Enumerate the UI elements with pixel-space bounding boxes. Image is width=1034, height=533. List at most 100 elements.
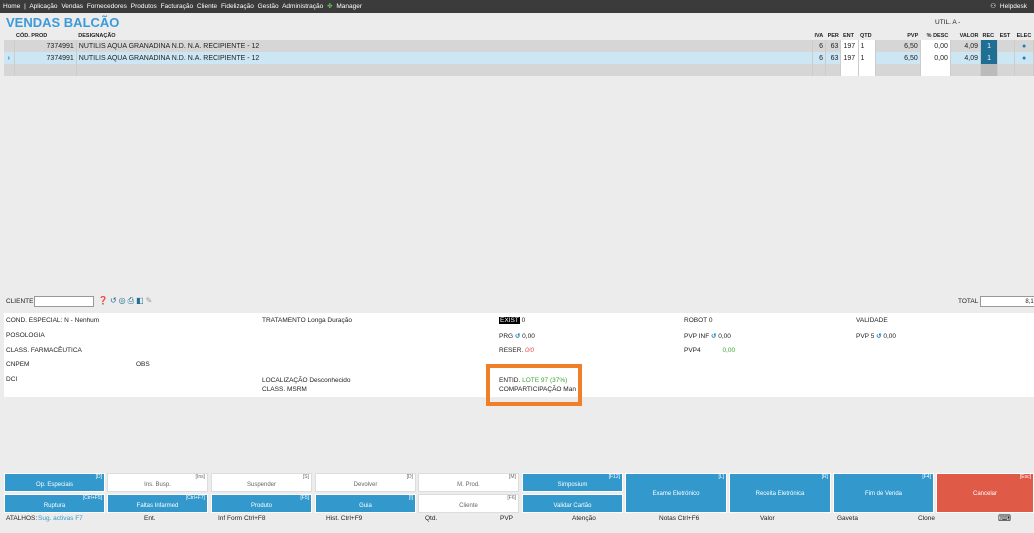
receita-eletronica-button[interactable]: [R] Receita Eletrónica xyxy=(729,473,831,513)
faltas-infarmed-button[interactable]: [Ctrl+F7] Faltas Infarmed xyxy=(107,494,208,513)
menu-vendas[interactable]: Vendas xyxy=(61,3,83,10)
simposium-button[interactable]: [F12] Simposium xyxy=(522,473,623,492)
header-desc[interactable]: % DESC xyxy=(920,32,950,40)
elec-dot-icon[interactable]: ● xyxy=(1014,52,1034,64)
header-valor[interactable]: VALOR xyxy=(950,32,980,40)
helpdesk-link[interactable]: ⚇ Helpdesk xyxy=(990,0,1029,13)
cell-iva: 6 xyxy=(812,52,827,64)
prg-history-icon[interactable]: ↺ xyxy=(515,333,520,340)
menu-fornecedores[interactable]: Fornecedores xyxy=(87,3,127,10)
cell-desc[interactable]: 0,00 xyxy=(920,52,951,64)
elec-dot-icon[interactable]: ● xyxy=(1014,40,1034,52)
menu-home[interactable]: Home xyxy=(3,3,20,10)
history-icon[interactable]: ↺ xyxy=(110,296,119,305)
cell-rec[interactable]: 1 xyxy=(980,40,999,52)
pvpinf-history-icon[interactable]: ↺ xyxy=(711,333,716,340)
fim-de-venda-button[interactable]: [F4] Fim de Venda xyxy=(833,473,934,513)
produto-button[interactable]: [F5] Produto xyxy=(211,494,312,513)
shortcut-clone[interactable]: Clone xyxy=(918,515,935,522)
menu-administracao[interactable]: Administração xyxy=(282,3,323,10)
client-row: CLIENTE ❓↺◎⎙◧✎ TOTAL 8,18 xyxy=(6,296,1034,308)
shortcut-pvp[interactable]: PVP xyxy=(500,515,513,522)
manager-icon: ✤ xyxy=(327,3,333,10)
cell-valor: 4,09 xyxy=(950,52,982,64)
total-value: 8,18 xyxy=(980,296,1034,307)
exist: EXIST 0 xyxy=(499,317,526,324)
class-msrm: CLASS. MSRM xyxy=(262,386,307,393)
pvp-inf: PVP INF ↺ 0,00 xyxy=(684,333,731,340)
edit-icon[interactable]: ✎ xyxy=(146,296,155,305)
keyboard-icon[interactable]: ⌨ xyxy=(998,513,1011,524)
cell-desc[interactable]: 0,00 xyxy=(920,40,951,52)
client-icons: ❓↺◎⎙◧✎ xyxy=(98,296,154,306)
header-code[interactable]: CÓD. PROD xyxy=(14,32,76,40)
ruptura-button[interactable]: [Ctrl+F5] Ruptura xyxy=(4,494,105,513)
cell-iva: 6 xyxy=(812,40,827,52)
menu-cliente[interactable]: Cliente xyxy=(197,3,217,10)
menu-fidelizacao[interactable]: Fidelização xyxy=(221,3,254,10)
cliente-button[interactable]: [F6] Cliente xyxy=(418,494,519,513)
header-est[interactable]: EST xyxy=(998,32,1015,40)
menu-separator: | xyxy=(24,3,26,10)
shortcut-qtd[interactable]: Qtd. xyxy=(425,515,437,522)
cell-per: 63 xyxy=(825,52,842,64)
shortcut-sug[interactable]: Sug. activas F7 xyxy=(38,515,83,522)
shortcut-inf-form[interactable]: Inf Form Ctrl+F8 xyxy=(218,515,266,522)
shortcut-valor[interactable]: Valor xyxy=(760,515,775,522)
prg: PRG ↺ 0,00 xyxy=(499,333,535,340)
shortcut-ent[interactable]: Ent. xyxy=(144,515,156,522)
cell-ent[interactable]: 197 xyxy=(840,52,859,64)
print-icon[interactable]: ⎙ xyxy=(128,296,136,305)
cell-ent[interactable]: 197 xyxy=(840,40,859,52)
back-icon[interactable]: ◧ xyxy=(136,296,146,305)
grid-header: CÓD. PROD DESIGNAÇÃO IVA PER ENT QTD PVP… xyxy=(4,32,1034,40)
total-label: TOTAL xyxy=(958,298,979,305)
menu-manager[interactable]: Manager xyxy=(336,3,362,10)
validar-cartao-button[interactable]: Validar Cartão xyxy=(522,494,623,513)
pvp5-history-icon[interactable]: ↺ xyxy=(876,333,881,340)
shortcut-hist[interactable]: Hist. Ctrl+F9 xyxy=(326,515,362,522)
cell-per: 63 xyxy=(825,40,842,52)
cell-rec[interactable]: 1 xyxy=(980,52,999,64)
devolver-button[interactable]: [D] Devolver xyxy=(315,473,416,492)
header-qtd[interactable]: QTD xyxy=(858,32,875,40)
menu-aplicacao[interactable]: Aplicação xyxy=(29,3,57,10)
table-row-empty[interactable] xyxy=(4,64,1034,76)
suspender-button[interactable]: [S] Suspender xyxy=(211,473,312,492)
menu-gestao[interactable]: Gestão xyxy=(258,3,279,10)
table-row[interactable]: › 7374991 NUTILIS AQUA GRANADINA N.D. N.… xyxy=(4,52,1034,64)
cell-qtd[interactable]: 1 xyxy=(858,52,876,64)
reser: RESER. 0/0 xyxy=(499,347,535,354)
ins-busp-button[interactable]: [Ins] Ins. Busp. xyxy=(107,473,208,492)
op-especiais-button[interactable]: [D] Op. Especiais xyxy=(4,473,105,492)
util-label: UTIL. A - xyxy=(935,19,961,26)
shortcut-gaveta[interactable]: Gaveta xyxy=(837,515,858,522)
header-elec[interactable]: ELEC xyxy=(1015,32,1034,40)
target-icon[interactable]: ◎ xyxy=(119,296,128,305)
pvp4: PVP4 0,00 xyxy=(684,347,736,354)
cell-pvp: 6,50 xyxy=(875,52,921,64)
table-row[interactable]: 7374991 NUTILIS AQUA GRANADINA N.D. N.A.… xyxy=(4,40,1034,52)
header-designation[interactable]: DESIGNAÇÃO xyxy=(76,32,812,40)
cancelar-button[interactable]: [Esc] Cancelar xyxy=(936,473,1034,513)
m-prod-button[interactable]: [M] M. Prod. xyxy=(418,473,519,492)
header-per[interactable]: PER xyxy=(826,32,841,40)
menu-produtos[interactable]: Produtos xyxy=(131,3,157,10)
header-rec[interactable]: REC xyxy=(981,32,998,40)
cell-valor: 4,09 xyxy=(950,40,982,52)
cell-qtd[interactable]: 1 xyxy=(858,40,876,52)
posologia: POSOLOGIA xyxy=(6,332,45,339)
help-icon[interactable]: ❓ xyxy=(98,296,110,305)
tratamento: TRATAMENTO Longa Duração xyxy=(262,317,352,324)
dci: DCI xyxy=(6,376,18,383)
header-ent[interactable]: ENT xyxy=(841,32,858,40)
guia-button[interactable]: [I] Guia xyxy=(315,494,416,513)
client-input[interactable] xyxy=(34,296,94,307)
exame-eletronico-button[interactable]: [L] Exame Eletrónico xyxy=(625,473,727,513)
header-pvp[interactable]: PVP xyxy=(875,32,920,40)
menu-facturacao[interactable]: Facturação xyxy=(161,3,194,10)
shortcut-notas[interactable]: Notas Ctrl+F6 xyxy=(659,515,699,522)
shortcut-atencao[interactable]: Atenção xyxy=(572,515,596,522)
shortcuts-bar: ATALHOS: Sug. activas F7 Ent. Inf Form C… xyxy=(6,513,1034,525)
header-iva[interactable]: IVA xyxy=(813,32,826,40)
